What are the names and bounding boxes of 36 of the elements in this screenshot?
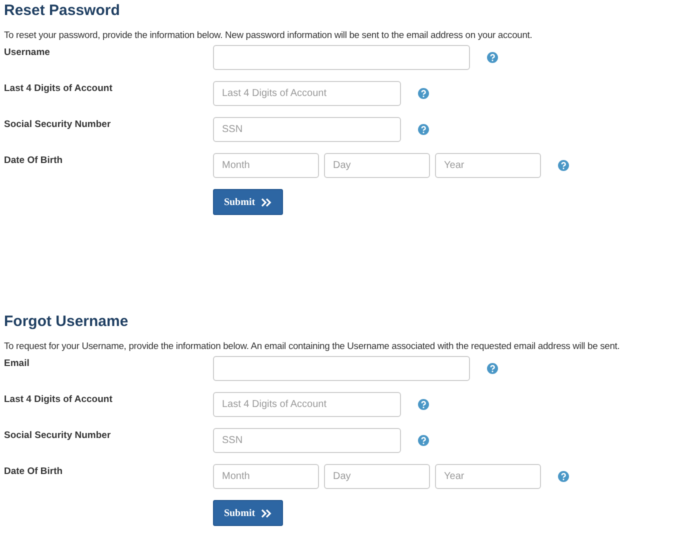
help-icon[interactable] [487,52,498,63]
input-field[interactable]: SSN [213,428,401,453]
field-label: Email [4,357,30,369]
field-label: Last 4 Digits of Account [4,393,114,405]
section-description: To reset your password, provide the information below. New password information will be sent to the email address on your account. [4,29,534,41]
input-field[interactable]: Day [324,464,430,489]
field-label: Social Security Number [4,429,112,441]
input-field[interactable]: Last 4 Digits of Account [213,392,401,417]
field-label: Last 4 Digits of Account [4,82,114,94]
input-field[interactable]: Year [435,153,541,178]
input-field[interactable]: Day [324,153,430,178]
input-field[interactable] [213,356,470,381]
section-title: Forgot Username [4,312,130,332]
input-field[interactable]: Year [435,464,541,489]
input-field[interactable]: Last 4 Digits of Account [213,81,401,106]
input-field[interactable]: SSN [213,117,401,142]
submit-button[interactable]: Submit [213,500,283,526]
field-label: Date Of Birth [4,465,64,477]
help-icon[interactable] [418,88,429,99]
chevrons-icon [261,508,272,518]
help-icon[interactable] [418,124,429,135]
input-field[interactable] [213,45,470,70]
field-label: Username [4,46,51,58]
help-icon[interactable] [418,399,429,410]
chevrons-icon [261,198,272,206]
help-icon[interactable] [558,471,569,482]
help-icon[interactable] [487,363,498,374]
input-field[interactable]: Month [213,464,319,489]
help-icon[interactable] [558,160,569,171]
help-icon[interactable] [418,435,429,446]
input-field[interactable]: Month [213,153,319,178]
submit-button[interactable]: Submit [213,189,283,215]
field-label: Date Of Birth [4,154,64,166]
section-description: To request for your Username, provide the information below. An email containing the Username associated with the requested email address will be sent. [4,340,621,352]
section-title: Reset Password [4,1,121,21]
field-label: Social Security Number [4,118,112,130]
